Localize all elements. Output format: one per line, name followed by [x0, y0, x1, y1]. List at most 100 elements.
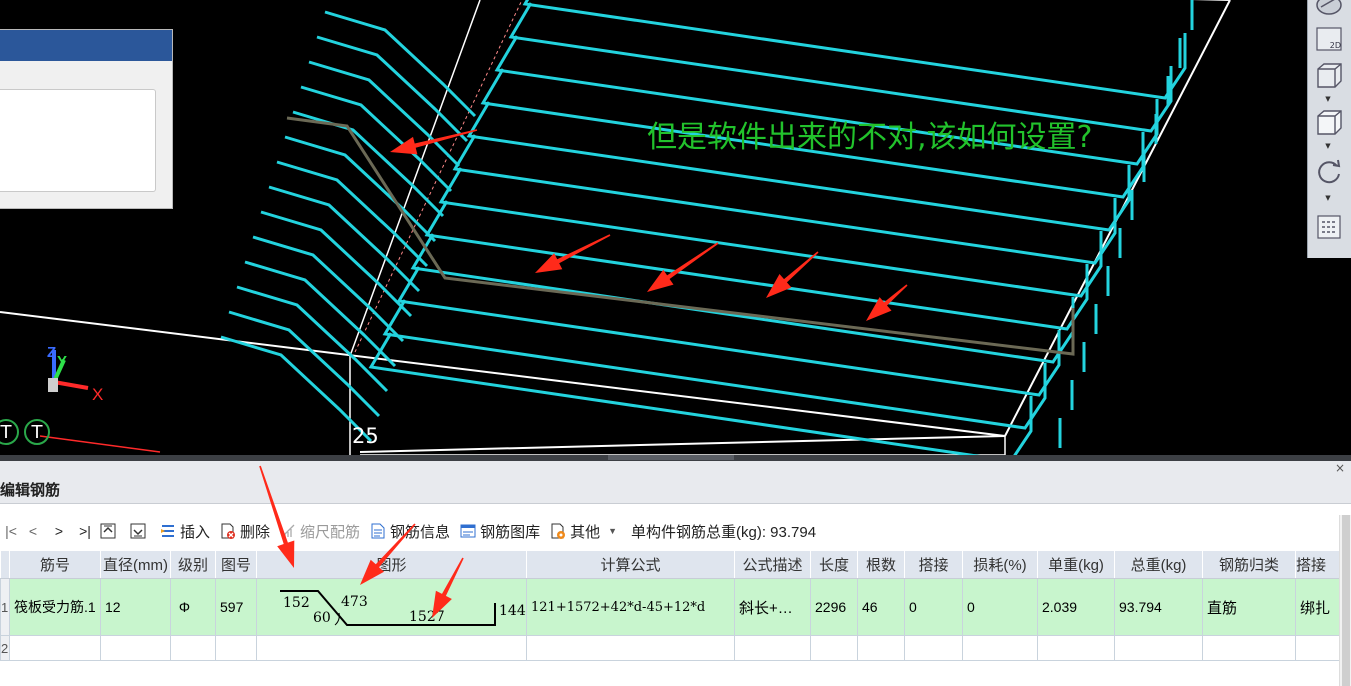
next-record-button[interactable]: >: [48, 523, 70, 539]
table-cell[interactable]: [810, 635, 858, 661]
delete-label: 删除: [240, 523, 271, 541]
column-header[interactable]: 直径(mm): [100, 550, 171, 579]
table-cell[interactable]: [857, 635, 905, 661]
chevron-down-icon: ▼: [608, 526, 618, 536]
gear-icon: [551, 523, 566, 539]
column-header[interactable]: 搭接: [1295, 550, 1340, 579]
first-record-button[interactable]: |<: [0, 523, 22, 539]
refresh-icon[interactable]: [1311, 156, 1347, 186]
cell-bar-name[interactable]: 筏板受力筋.1: [9, 578, 101, 636]
move-up-button[interactable]: [100, 523, 120, 539]
rebar-info-button[interactable]: 钢筋信息: [370, 521, 450, 542]
close-icon[interactable]: ×: [1335, 461, 1345, 475]
scale-bar-icon: [281, 524, 295, 538]
cell-length[interactable]: 2296: [810, 578, 858, 636]
axis-gizmo: ZY X: [47, 344, 103, 404]
cell-grade[interactable]: Φ: [170, 578, 216, 636]
cell-total-weight[interactable]: 93.794: [1114, 578, 1203, 636]
cell-figure-no[interactable]: 597: [215, 578, 257, 636]
shape-dimension: 473: [341, 594, 368, 610]
panel-title: 编辑钢筋: [0, 482, 61, 499]
rebar-info-label: 钢筋信息: [390, 523, 451, 541]
3d-viewport[interactable]: ZYX 但是软件出来的不对,该如何设置? 25 T T 2D ▼ ▼ ▼: [0, 0, 1351, 455]
delete-button[interactable]: 删除: [220, 521, 270, 542]
table-cell[interactable]: [100, 635, 171, 661]
cyan-rebar: [396, 266, 1061, 397]
scrollbar-thumb[interactable]: [1342, 515, 1350, 686]
rebar-library-button[interactable]: 钢筋图库: [460, 521, 540, 542]
table-cell[interactable]: [1202, 635, 1296, 661]
scale-bar-button[interactable]: 缩尺配筋: [280, 521, 360, 542]
cyan-rebar: [424, 200, 1089, 331]
chevron-down-icon[interactable]: ▼: [1324, 142, 1332, 150]
axis-letter-x: X: [92, 385, 103, 404]
t-marker-badge[interactable]: T: [24, 419, 50, 445]
table-cell[interactable]: [215, 635, 257, 661]
red-guide-line: [39, 435, 161, 453]
column-header[interactable]: 级别: [170, 550, 216, 579]
table-cell[interactable]: [170, 635, 216, 661]
cyan-rebar: [368, 332, 1033, 455]
column-header[interactable]: 筋号: [9, 550, 101, 579]
cell-count[interactable]: 46: [857, 578, 905, 636]
table-cell[interactable]: [734, 635, 811, 661]
cell-unit-weight[interactable]: 2.039: [1037, 578, 1115, 636]
column-header[interactable]: 单重(kg): [1037, 550, 1115, 579]
table-cell[interactable]: [526, 635, 735, 661]
rotate-icon[interactable]: [1311, 0, 1347, 20]
table-row[interactable]: 1 筏板受力筋.1 12 Φ 597 152 473 60 1527 144 1…: [0, 578, 1340, 636]
column-header[interactable]: 搭接: [904, 550, 963, 579]
cell-diameter[interactable]: 12: [100, 578, 171, 636]
row-number[interactable]: 1: [0, 578, 10, 636]
table-cell[interactable]: [904, 635, 963, 661]
rebar-table: 筋号 直径(mm) 级别 图号 图形 计算公式 公式描述 长度 根数 搭接 损耗…: [0, 550, 1340, 661]
column-header[interactable]: 根数: [857, 550, 905, 579]
column-header[interactable]: 总重(kg): [1114, 550, 1203, 579]
view-2d-button[interactable]: 2D: [1311, 24, 1347, 54]
table-cell[interactable]: [1037, 635, 1115, 661]
cell-shape[interactable]: 152 473 60 1527 144: [256, 578, 527, 636]
table-cell[interactable]: [1295, 635, 1340, 661]
previous-record-button[interactable]: <: [22, 523, 44, 539]
floating-dialog[interactable]: [0, 29, 173, 209]
view-cube-button[interactable]: [1311, 107, 1347, 137]
move-down-button[interactable]: [130, 523, 150, 539]
column-header[interactable]: 损耗(%): [962, 550, 1038, 579]
column-header[interactable]: 图号: [215, 550, 257, 579]
table-cell[interactable]: [962, 635, 1038, 661]
column-header[interactable]: 钢筋归类: [1202, 550, 1296, 579]
chevron-down-icon[interactable]: ▼: [1324, 194, 1332, 202]
shape-dimension: 1527: [409, 609, 445, 625]
last-record-button[interactable]: >|: [74, 523, 96, 539]
other-dropdown[interactable]: 其他 ▼: [550, 521, 617, 542]
shape-angle: 60: [313, 610, 331, 626]
insert-button[interactable]: 插入: [160, 521, 210, 542]
dialog-title-bar[interactable]: [0, 30, 172, 61]
row-number[interactable]: 2: [0, 635, 10, 661]
view-toolbar: 2D ▼ ▼ ▼: [1307, 0, 1351, 258]
cell-loss[interactable]: 0: [962, 578, 1038, 636]
cell-lap[interactable]: 0: [904, 578, 963, 636]
cell-formula[interactable]: 121+1572+42*d-45+12*d: [526, 578, 735, 636]
cell-lap-type[interactable]: 绑扎: [1295, 578, 1340, 636]
chevron-down-icon[interactable]: ▼: [1324, 95, 1332, 103]
cell-category[interactable]: 直筋: [1202, 578, 1296, 636]
table-cell[interactable]: [1114, 635, 1203, 661]
table-cell[interactable]: [256, 635, 527, 661]
rebar-3d-scene: ZY X: [0, 0, 1231, 455]
column-header: [0, 550, 10, 579]
column-header[interactable]: 公式描述: [734, 550, 811, 579]
column-header[interactable]: 计算公式: [526, 550, 735, 579]
table-cell[interactable]: [9, 635, 101, 661]
vertical-scrollbar[interactable]: [1339, 515, 1351, 686]
table-row[interactable]: 2: [0, 635, 1340, 661]
splitter-grip[interactable]: [608, 455, 734, 460]
properties-panel-icon[interactable]: [1311, 212, 1347, 242]
cell-formula-desc[interactable]: 斜长+…: [734, 578, 811, 636]
shape-dimension: 152: [283, 595, 310, 611]
other-label: 其他: [570, 523, 601, 541]
axis-grid-label: 25: [352, 424, 379, 448]
column-header[interactable]: 图形: [256, 550, 527, 579]
column-header[interactable]: 长度: [810, 550, 858, 579]
view-3d-box-button[interactable]: [1311, 60, 1347, 90]
